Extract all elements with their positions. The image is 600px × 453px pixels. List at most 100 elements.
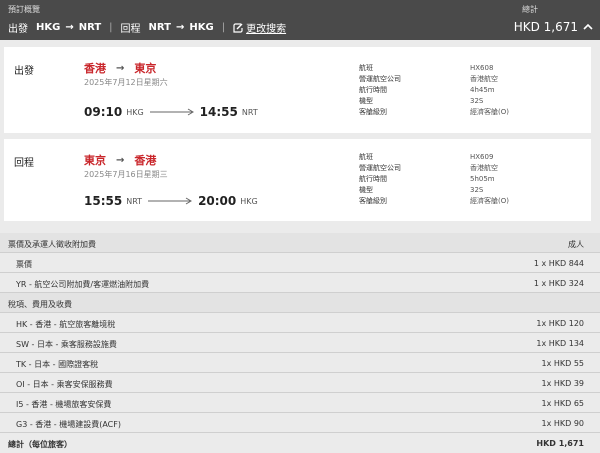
fare-value: 1 x HKD 844 xyxy=(533,259,584,268)
tax-label: OI - 日本 - 乘客安保服務費 xyxy=(16,380,113,389)
tax-row: TK - 日本 - 國際證客稅 1x HKD 55 xyxy=(0,353,600,373)
detail-label-flight: 航班 xyxy=(359,153,373,161)
arrow-right-icon: → xyxy=(116,154,125,166)
flight-detail-labels: 航班 營運航空公司 航行時間 機型 客艙級別 xyxy=(359,63,401,118)
tax-label: HK - 香港 - 航空旅客離境稅 xyxy=(16,320,116,329)
tax-value: 1x HKD 39 xyxy=(541,379,584,388)
chevron-up-icon[interactable] xyxy=(583,22,593,32)
outbound-direction-label: 出發 xyxy=(14,66,34,77)
booking-summary-header: 預訂概覽 出發 HKG → NRT | 回程 NRT → HKG | 更改搜索 … xyxy=(0,0,600,40)
edit-search-link[interactable]: 更改搜索 xyxy=(233,20,286,35)
return-from: NRT xyxy=(148,22,171,33)
tax-row: HK - 香港 - 航空旅客離境稅 1x HKD 120 xyxy=(0,313,600,333)
detail-value-flight: HX608 xyxy=(470,64,494,72)
detail-label-duration: 航行時間 xyxy=(359,175,387,183)
origin-city: 東京 xyxy=(84,154,106,167)
passenger-type-column: 成人 xyxy=(568,240,584,249)
detail-label-cabin: 客艙級別 xyxy=(359,197,387,205)
fare-section-header: 票價及承運人徵收附加費 成人 xyxy=(0,233,600,253)
return-label: 回程 xyxy=(120,24,141,35)
detail-label-carrier: 營運航空公司 xyxy=(359,164,401,172)
edit-search-label: 更改搜索 xyxy=(246,24,287,35)
outbound-route: 香港 → 東京 xyxy=(84,60,156,76)
flight-detail-values: HX609 香港航空 5h05m 32S 經濟客艙(O) xyxy=(470,152,509,207)
fare-label: 票價 xyxy=(16,260,32,269)
arrow-right-icon: → xyxy=(65,22,74,33)
detail-value-cabin: 經濟客艙(O) xyxy=(470,108,509,116)
detail-label-flight: 航班 xyxy=(359,64,373,72)
tax-label: G3 - 香港 - 機場建設費(ACF) xyxy=(16,420,121,429)
arrival-time: 14:55 xyxy=(199,105,238,119)
long-arrow-icon xyxy=(149,108,194,116)
return-flight-card: 回程 東京 → 香港 2025年7月16日星期三 15:55 NRT 20:00… xyxy=(4,139,591,221)
surcharge-value: 1 x HKD 324 xyxy=(533,279,584,288)
outbound-times: 09:10 HKG 14:55 NRT xyxy=(84,105,284,119)
arrival-code: NRT xyxy=(241,107,258,117)
detail-value-carrier: 香港航空 xyxy=(470,75,498,83)
detail-label-aircraft: 機型 xyxy=(359,186,373,194)
price-breakdown-table: 票價及承運人徵收附加費 成人 票價 1 x HKD 844 YR - 航空公司附… xyxy=(0,233,600,453)
detail-value-duration: 4h45m xyxy=(470,86,495,94)
destination-city: 東京 xyxy=(134,62,157,75)
departure-time: 15:55 xyxy=(84,194,123,208)
route-summary: 出發 HKG → NRT | 回程 NRT → HKG | 更改搜索 xyxy=(8,20,286,35)
tax-value: 1x HKD 90 xyxy=(541,419,584,428)
divider: | xyxy=(109,22,113,33)
tax-label: SW - 日本 - 乘客服務設施費 xyxy=(16,340,117,349)
departure-time: 09:10 xyxy=(84,105,123,119)
header-total: HKD 1,671 xyxy=(513,20,578,34)
tax-row: SW - 日本 - 乘客服務設施費 1x HKD 134 xyxy=(0,333,600,353)
return-direction-label: 回程 xyxy=(14,158,34,169)
tax-value: 1x HKD 134 xyxy=(536,339,584,348)
fare-section-title: 票價及承運人徵收附加費 xyxy=(8,240,96,249)
outbound-to: NRT xyxy=(78,22,102,33)
departure-code: NRT xyxy=(126,196,143,206)
detail-value-duration: 5h05m xyxy=(470,175,495,183)
outbound-label: 出發 xyxy=(8,24,28,35)
return-route: 東京 → 香港 xyxy=(84,152,156,168)
arrow-right-icon: → xyxy=(176,22,185,33)
tax-label: I5 - 香港 - 機場旅客安保費 xyxy=(16,400,112,409)
edit-icon xyxy=(233,22,243,33)
summary-caption: 預訂概覽 xyxy=(8,5,40,14)
origin-city: 香港 xyxy=(84,62,106,75)
tax-value: 1x HKD 65 xyxy=(541,399,584,408)
total-caption: 總計 xyxy=(522,5,538,14)
detail-label-carrier: 營運航空公司 xyxy=(359,75,401,83)
tax-value: 1x HKD 120 xyxy=(536,319,584,328)
arrival-code: HKG xyxy=(240,196,258,206)
return-to: HKG xyxy=(189,22,214,33)
detail-label-duration: 航行時間 xyxy=(359,86,387,94)
fare-row: 票價 1 x HKD 844 xyxy=(0,253,600,273)
tax-row: OI - 日本 - 乘客安保服務費 1x HKD 39 xyxy=(0,373,600,393)
total-label: 總計（每位旅客） xyxy=(8,440,72,449)
tax-row: G3 - 香港 - 機場建設費(ACF) 1x HKD 90 xyxy=(0,413,600,433)
arrival-time: 20:00 xyxy=(198,194,237,208)
tax-label: TK - 日本 - 國際證客稅 xyxy=(16,360,99,369)
long-arrow-icon xyxy=(148,197,193,205)
detail-label-cabin: 客艙級別 xyxy=(359,108,387,116)
arrow-right-icon: → xyxy=(116,62,125,74)
outbound-date: 2025年7月12日星期六 xyxy=(84,78,168,87)
detail-value-cabin: 經濟客艙(O) xyxy=(470,197,509,205)
detail-value-flight: HX609 xyxy=(470,153,494,161)
outbound-from: HKG xyxy=(36,22,61,33)
return-times: 15:55 NRT 20:00 HKG xyxy=(84,194,284,208)
departure-code: HKG xyxy=(126,107,144,117)
detail-label-aircraft: 機型 xyxy=(359,97,373,105)
total-per-passenger-row: 總計（每位旅客） HKD 1,671 xyxy=(0,433,600,453)
detail-value-aircraft: 32S xyxy=(470,97,484,105)
flight-detail-labels: 航班 營運航空公司 航行時間 機型 客艙級別 xyxy=(359,152,401,207)
tax-section-title: 稅項、費用及收費 xyxy=(8,300,72,309)
return-date: 2025年7月16日星期三 xyxy=(84,170,168,179)
tax-row: I5 - 香港 - 機場旅客安保費 1x HKD 65 xyxy=(0,393,600,413)
surcharge-label: YR - 航空公司附加費/客運燃油附加費 xyxy=(16,280,150,289)
destination-city: 香港 xyxy=(134,154,157,167)
total-value: HKD 1,671 xyxy=(536,439,584,448)
tax-value: 1x HKD 55 xyxy=(541,359,584,368)
surcharge-row: YR - 航空公司附加費/客運燃油附加費 1 x HKD 324 xyxy=(0,273,600,293)
detail-value-carrier: 香港航空 xyxy=(470,164,498,172)
detail-value-aircraft: 32S xyxy=(470,186,484,194)
tax-section-header: 稅項、費用及收費 xyxy=(0,293,600,313)
outbound-flight-card: 出發 香港 → 東京 2025年7月12日星期六 09:10 HKG 14:55… xyxy=(4,47,591,133)
